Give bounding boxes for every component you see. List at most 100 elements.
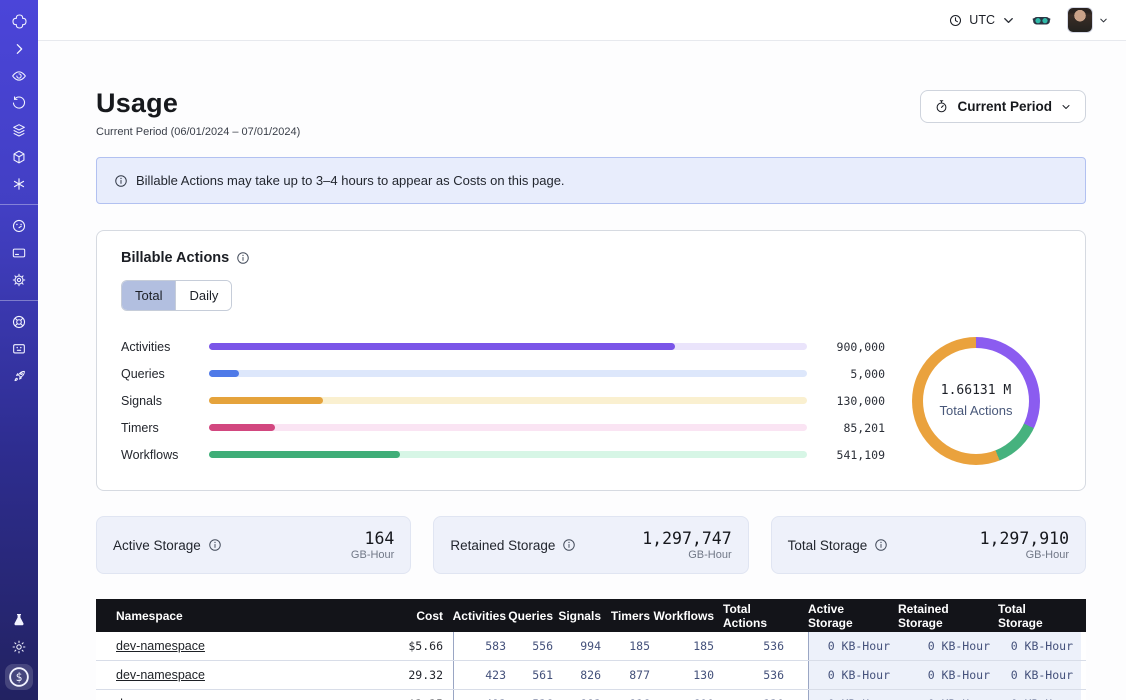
table-cell: 883 [562, 690, 610, 700]
page-title: Usage [96, 88, 300, 119]
sidebar-item-layers[interactable] [0, 116, 38, 143]
table-cell: 423 [453, 661, 515, 689]
table-cell: 561 [515, 661, 562, 689]
info-icon[interactable] [562, 538, 576, 552]
gauge-icon [11, 218, 27, 234]
info-icon[interactable] [236, 251, 250, 265]
total-storage-unit: GB-Hour [1026, 549, 1069, 561]
cube-icon [11, 149, 27, 165]
sidebar-item-dashboard[interactable] [0, 212, 38, 239]
sidebar-item-support[interactable] [0, 308, 38, 335]
table-header: NamespaceCostActivitiesQueriesSignalsTim… [96, 599, 1086, 632]
bar-value: 541,109 [807, 448, 885, 462]
table-cell: 0 KB-Hour [898, 690, 998, 700]
chevron-down-icon [1098, 15, 1109, 26]
bar-chart: Activities900,000Queries5,000Signals130,… [121, 333, 891, 468]
sidebar-item-usage[interactable]: $ [5, 664, 33, 690]
sidebar-item-feedback[interactable] [0, 335, 38, 362]
topbar: UTC [38, 0, 1126, 41]
bar-label: Queries [121, 367, 209, 381]
sidebar-divider [0, 204, 38, 205]
table-cell: 0 KB-Hour [808, 690, 898, 700]
table-cell: 816 [610, 690, 659, 700]
table-cell: dev-namespace [96, 661, 357, 689]
layers-icon [11, 122, 27, 138]
chevron-right-icon [11, 41, 27, 57]
table-header-cell: Timers [610, 599, 659, 632]
bar-row-signals: Signals130,000 [121, 387, 885, 414]
sidebar-item-nexus[interactable] [0, 170, 38, 197]
table-cell: 994 [562, 632, 610, 660]
storage-cards: Active Storage 164 GB-Hour Retained Stor… [96, 516, 1086, 574]
chevron-down-icon [1060, 101, 1072, 113]
bar-track [209, 451, 807, 458]
table-header-cell: Workflows [659, 599, 723, 632]
retained-storage-unit: GB-Hour [688, 549, 731, 561]
namespace-link[interactable]: dev-namespace [116, 639, 205, 653]
gear-icon [11, 272, 27, 288]
sidebar-item-history[interactable] [0, 89, 38, 116]
page-content: Usage Current Period (06/01/2024 – 07/01… [38, 41, 1126, 700]
table-cell: 583 [453, 632, 515, 660]
bar-track [209, 397, 807, 404]
table-cell: 29.32 [357, 661, 453, 689]
bar-value: 85,201 [807, 421, 885, 435]
donut-chart: 1.66131 M Total Actions [912, 337, 1040, 465]
lifebuoy-icon [11, 314, 27, 330]
sidebar-item-namespaces[interactable] [0, 62, 38, 89]
sidebar-item-labs[interactable] [0, 606, 38, 633]
bar-label: Signals [121, 394, 209, 408]
tab-daily[interactable]: Daily [175, 281, 231, 310]
table-cell: dev-namespace [96, 690, 357, 700]
chevron-down-icon [1001, 13, 1016, 28]
info-icon[interactable] [874, 538, 888, 552]
namespace-link[interactable]: dev-namespace [116, 668, 205, 682]
info-icon[interactable] [208, 538, 222, 552]
temporal-logo[interactable] [0, 8, 38, 35]
active-storage-value: 164 [365, 529, 395, 548]
bar-row-queries: Queries5,000 [121, 360, 885, 387]
bar-row-timers: Timers85,201 [121, 414, 885, 441]
page-subtitle: Current Period (06/01/2024 – 07/01/2024) [96, 126, 300, 138]
card-icon [11, 245, 27, 261]
billable-actions-card: Billable Actions TotalDaily Activities90… [96, 230, 1086, 491]
tab-total[interactable]: Total [122, 281, 175, 310]
bar-track [209, 370, 807, 377]
table-cell: 0 KB-Hour [898, 632, 998, 660]
table-header-cell: Signals [562, 599, 610, 632]
bar-row-workflows: Workflows541,109 [121, 441, 885, 468]
table-header-cell: Queries [515, 599, 562, 632]
sidebar-item-getting-started[interactable] [0, 362, 38, 389]
bar-fill [209, 343, 675, 350]
sun-icon [11, 639, 27, 655]
timezone-selector[interactable]: UTC [948, 13, 1016, 28]
table-cell: 536 [515, 690, 562, 700]
bar-row-activities: Activities900,000 [121, 333, 885, 360]
goggles-icon[interactable] [1031, 10, 1052, 31]
table-cell: $5.66 [357, 632, 453, 660]
usage-table: NamespaceCostActivitiesQueriesSignalsTim… [96, 599, 1086, 700]
table-cell: 0 KB-Hour [898, 661, 998, 689]
user-menu[interactable] [1067, 7, 1109, 33]
sidebar-item-settings[interactable] [0, 266, 38, 293]
flask-icon [11, 612, 27, 628]
sidebar-expand[interactable] [0, 35, 38, 62]
table-cell: 130 [659, 661, 723, 689]
sidebar-item-theme[interactable] [0, 633, 38, 660]
table-cell: dev-namespace [96, 632, 357, 660]
table-body: dev-namespace$5.665835569941851855360 KB… [96, 632, 1086, 700]
table-cell: 0 KB-Hour [998, 661, 1081, 689]
active-storage-card: Active Storage 164 GB-Hour [96, 516, 411, 574]
table-cell: $3.35 [357, 690, 453, 700]
user-avatar[interactable] [1067, 7, 1093, 33]
table-cell: 185 [610, 632, 659, 660]
bar-fill [209, 424, 275, 431]
info-banner: Billable Actions may take up to 3–4 hour… [96, 157, 1086, 204]
stopwatch-icon [934, 99, 949, 114]
period-dropdown-button[interactable]: Current Period [920, 90, 1086, 123]
active-storage-unit: GB-Hour [351, 549, 394, 561]
svg-text:$: $ [16, 671, 23, 684]
sidebar-item-deployments[interactable] [0, 143, 38, 170]
sidebar-item-billing[interactable] [0, 239, 38, 266]
donut-total-label: Total Actions [940, 403, 1013, 418]
